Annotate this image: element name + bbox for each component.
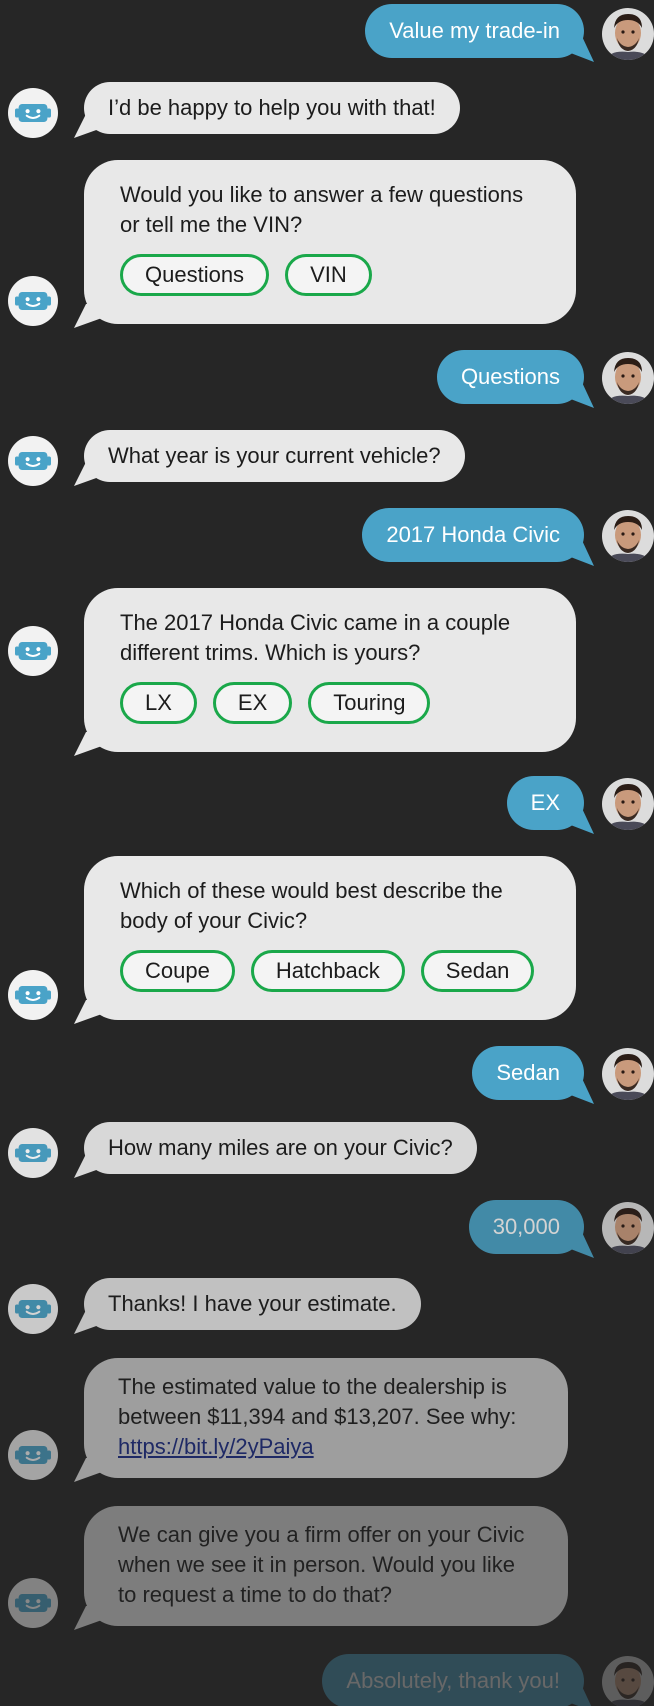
robot-face-icon xyxy=(15,95,51,131)
robot-face-icon xyxy=(15,283,51,319)
message-row-bot: The 2017 Honda Civic came in a couple di… xyxy=(0,588,654,754)
robot-face-icon xyxy=(15,1135,51,1171)
message-row-user: Absolutely, thank you! xyxy=(0,1654,654,1706)
card-text-line: between $11,394 and $13,207. See why: xyxy=(118,1404,517,1429)
user-avatar xyxy=(602,352,654,404)
user-photo-avatar xyxy=(602,1202,654,1254)
bot-message-bubble: Thanks! I have your estimate. xyxy=(84,1278,421,1330)
user-photo-avatar xyxy=(602,778,654,830)
card-text-line: when we see it in person. Would you like xyxy=(118,1552,516,1577)
bot-message-bubble: What year is your current vehicle? xyxy=(84,430,465,482)
robot-face-icon xyxy=(15,1291,51,1327)
bot-question-card: The 2017 Honda Civic came in a couple di… xyxy=(84,588,576,752)
message-row-bot: The estimated value to the dealership is… xyxy=(0,1358,654,1482)
message-row-bot: What year is your current vehicle? xyxy=(0,430,654,486)
card-text-line: The estimated value to the dealership is xyxy=(118,1374,507,1399)
message-row-user: 30,000 xyxy=(0,1200,654,1256)
user-avatar xyxy=(602,1048,654,1100)
quick-reply-options: Questions VIN xyxy=(120,254,540,296)
bot-offer-card: We can give you a firm offer on your Civ… xyxy=(84,1506,568,1626)
message-row-bot: How many miles are on your Civic? xyxy=(0,1122,654,1178)
user-photo-avatar xyxy=(602,8,654,60)
user-avatar xyxy=(602,8,654,60)
user-avatar xyxy=(602,1202,654,1254)
robot-face-icon xyxy=(15,1437,51,1473)
user-photo-avatar xyxy=(602,352,654,404)
card-text-line: body of your Civic? xyxy=(120,908,308,933)
card-text-line: different trims. Which is yours? xyxy=(120,640,421,665)
bot-question-card: Which of these would best describe the b… xyxy=(84,856,576,1020)
card-text-line: Would you like to answer a few questions xyxy=(120,182,524,207)
message-row-bot: We can give you a firm offer on your Civ… xyxy=(0,1506,654,1630)
robot-face-icon xyxy=(15,443,51,479)
card-text-line: or tell me the VIN? xyxy=(120,212,303,237)
message-row-user: EX xyxy=(0,776,654,832)
user-message-bubble: Sedan xyxy=(472,1046,584,1100)
user-avatar xyxy=(602,510,654,562)
quick-reply-ex[interactable]: EX xyxy=(212,682,293,724)
quick-reply-coupe[interactable]: Coupe xyxy=(120,950,235,992)
bot-avatar xyxy=(8,626,58,676)
message-row-user: Value my trade-in xyxy=(0,4,654,60)
bot-avatar xyxy=(8,88,58,138)
user-message-bubble: 30,000 xyxy=(468,1200,584,1254)
quick-reply-options: Coupe Hatchback Sedan xyxy=(120,950,540,992)
bot-avatar xyxy=(8,1430,58,1480)
user-message-bubble: Questions xyxy=(436,350,584,404)
user-avatar xyxy=(602,778,654,830)
message-row-user: Sedan xyxy=(0,1046,654,1102)
user-message-bubble: Value my trade-in xyxy=(365,4,584,58)
card-text-line: The 2017 Honda Civic came in a couple xyxy=(120,610,511,635)
bot-message-bubble: How many miles are on your Civic? xyxy=(84,1122,477,1174)
message-row-bot: Thanks! I have your estimate. xyxy=(0,1278,654,1334)
chat-transcript[interactable]: Value my trade-in I’d be happy to help y… xyxy=(0,0,654,1706)
message-row-bot: Which of these would best describe the b… xyxy=(0,856,654,1022)
bot-avatar xyxy=(8,436,58,486)
quick-reply-hatchback[interactable]: Hatchback xyxy=(250,950,405,992)
bot-question-card: Would you like to answer a few questions… xyxy=(84,160,576,324)
user-avatar xyxy=(602,1656,654,1706)
estimate-link[interactable]: https://bit.ly/2yPaiya xyxy=(118,1432,534,1462)
bot-avatar xyxy=(8,1284,58,1334)
robot-face-icon xyxy=(15,1585,51,1621)
quick-reply-lx[interactable]: LX xyxy=(120,682,197,724)
bot-message-bubble: I’d be happy to help you with that! xyxy=(84,82,460,134)
message-row-bot: I’d be happy to help you with that! xyxy=(0,82,654,138)
quick-reply-sedan[interactable]: Sedan xyxy=(420,950,535,992)
user-message-bubble: Absolutely, thank you! xyxy=(322,1654,584,1706)
quick-reply-questions[interactable]: Questions xyxy=(120,254,270,296)
user-photo-avatar xyxy=(602,1048,654,1100)
robot-face-icon xyxy=(15,977,51,1013)
user-photo-avatar xyxy=(602,1656,654,1706)
quick-reply-options: LX EX Touring xyxy=(120,682,540,724)
quick-reply-touring[interactable]: Touring xyxy=(308,682,431,724)
robot-face-icon xyxy=(15,633,51,669)
quick-reply-vin[interactable]: VIN xyxy=(285,254,372,296)
user-message-bubble: EX xyxy=(506,776,584,830)
card-text-line: Which of these would best describe the xyxy=(120,878,503,903)
message-row-user: 2017 Honda Civic xyxy=(0,508,654,564)
user-photo-avatar xyxy=(602,510,654,562)
bot-avatar xyxy=(8,1578,58,1628)
card-text-line: to request a time to do that? xyxy=(118,1582,392,1607)
user-message-bubble: 2017 Honda Civic xyxy=(362,508,584,562)
message-row-user: Questions xyxy=(0,350,654,406)
bot-avatar xyxy=(8,970,58,1020)
bot-estimate-card: The estimated value to the dealership is… xyxy=(84,1358,568,1478)
bot-avatar xyxy=(8,1128,58,1178)
card-text-line: We can give you a firm offer on your Civ… xyxy=(118,1522,525,1547)
message-row-bot: Would you like to answer a few questions… xyxy=(0,160,654,326)
bot-avatar xyxy=(8,276,58,326)
